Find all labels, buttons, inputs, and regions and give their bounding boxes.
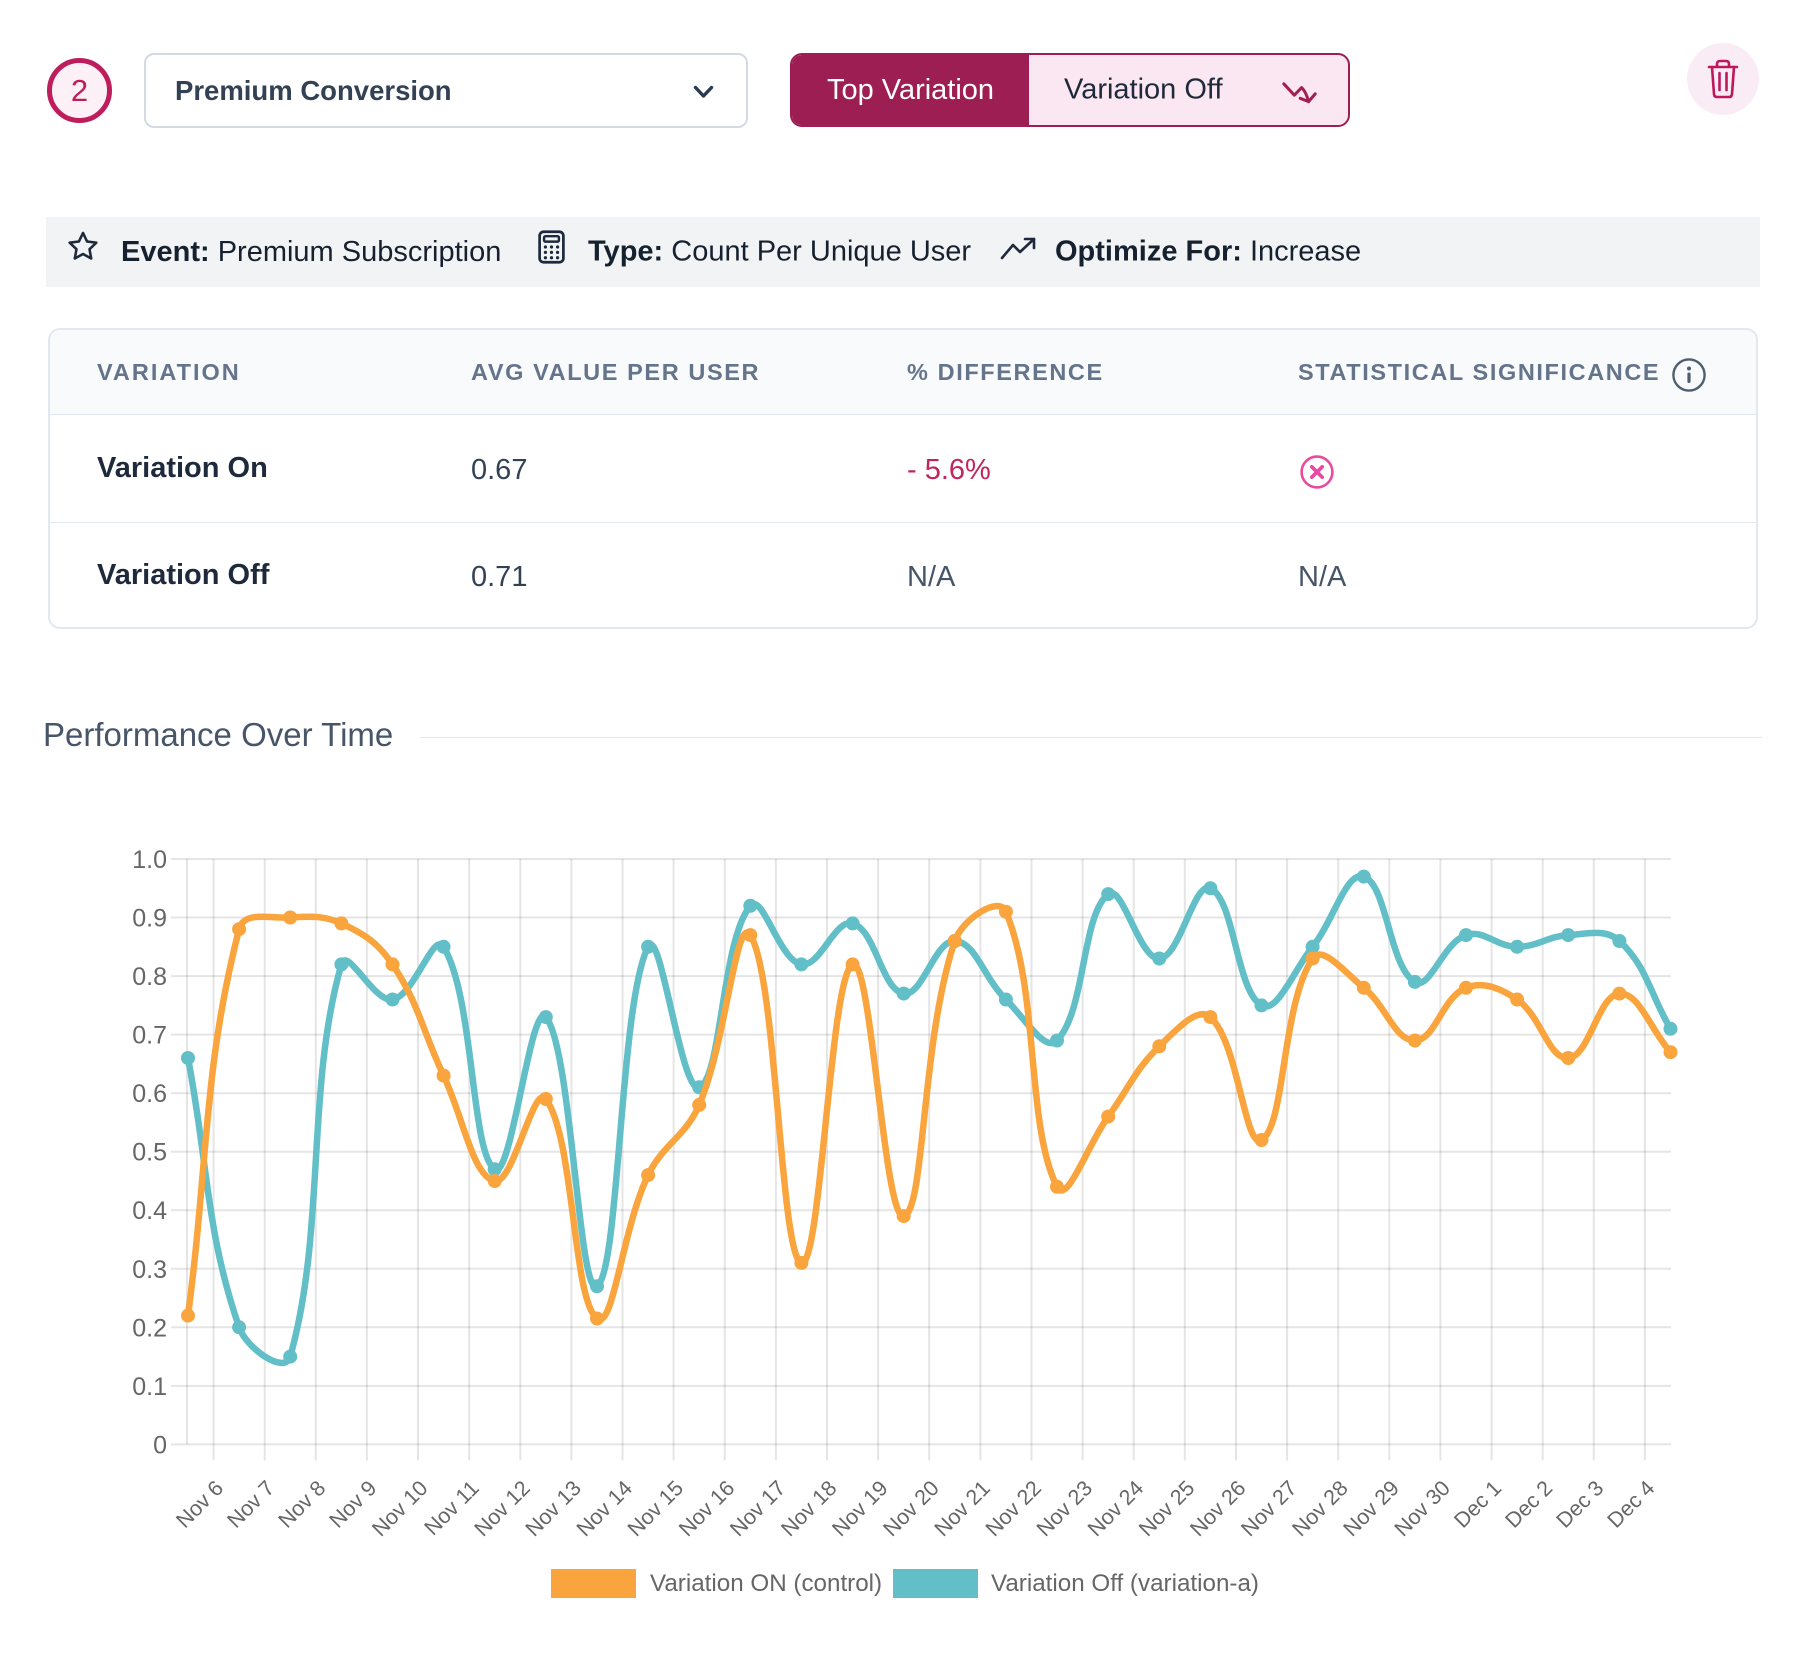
svg-text:Nov 30: Nov 30 <box>1390 1476 1455 1541</box>
svg-text:0.9: 0.9 <box>132 905 167 933</box>
svg-text:Nov 6: Nov 6 <box>171 1476 228 1533</box>
svg-text:Nov 13: Nov 13 <box>521 1476 586 1541</box>
svg-text:0.5: 0.5 <box>132 1139 167 1167</box>
svg-text:Nov 11: Nov 11 <box>420 1476 484 1540</box>
svg-text:Nov 19: Nov 19 <box>827 1476 892 1541</box>
svg-text:Nov 26: Nov 26 <box>1185 1476 1250 1541</box>
svg-text:Dec 4: Dec 4 <box>1603 1476 1660 1533</box>
svg-text:Nov 17: Nov 17 <box>725 1476 790 1541</box>
svg-text:Nov 12: Nov 12 <box>470 1476 535 1541</box>
svg-text:0.4: 0.4 <box>132 1197 167 1225</box>
svg-text:Nov 18: Nov 18 <box>776 1476 841 1541</box>
svg-text:Nov 20: Nov 20 <box>879 1476 944 1541</box>
svg-text:Nov 22: Nov 22 <box>981 1476 1046 1541</box>
svg-text:Variation Off (variation-a): Variation Off (variation-a) <box>991 1570 1259 1597</box>
svg-text:Dec 1: Dec 1 <box>1449 1476 1506 1533</box>
svg-text:0.6: 0.6 <box>132 1080 167 1108</box>
svg-text:Nov 28: Nov 28 <box>1288 1476 1353 1541</box>
svg-text:Nov 24: Nov 24 <box>1083 1476 1148 1541</box>
svg-text:Dec 3: Dec 3 <box>1552 1476 1609 1533</box>
svg-text:Dec 2: Dec 2 <box>1501 1476 1558 1533</box>
svg-text:0.8: 0.8 <box>132 963 167 991</box>
svg-text:Nov 29: Nov 29 <box>1339 1476 1404 1541</box>
svg-text:Nov 8: Nov 8 <box>274 1476 331 1533</box>
svg-text:Nov 7: Nov 7 <box>223 1476 280 1533</box>
svg-text:Nov 10: Nov 10 <box>367 1476 432 1541</box>
svg-text:Nov 27: Nov 27 <box>1236 1476 1301 1541</box>
svg-text:Nov 23: Nov 23 <box>1032 1476 1097 1541</box>
svg-text:0.3: 0.3 <box>132 1256 167 1284</box>
svg-text:Nov 16: Nov 16 <box>674 1476 739 1541</box>
svg-text:0.7: 0.7 <box>132 1022 167 1050</box>
svg-text:Variation ON (control): Variation ON (control) <box>650 1570 882 1597</box>
svg-text:0: 0 <box>153 1431 167 1459</box>
svg-text:Nov 14: Nov 14 <box>572 1476 637 1541</box>
svg-text:0.1: 0.1 <box>132 1373 167 1401</box>
svg-text:Nov 21: Nov 21 <box>930 1476 995 1541</box>
svg-text:Nov 25: Nov 25 <box>1134 1476 1199 1541</box>
svg-text:1.0: 1.0 <box>132 846 167 874</box>
svg-text:0.2: 0.2 <box>132 1314 167 1342</box>
svg-text:Nov 15: Nov 15 <box>623 1476 688 1541</box>
